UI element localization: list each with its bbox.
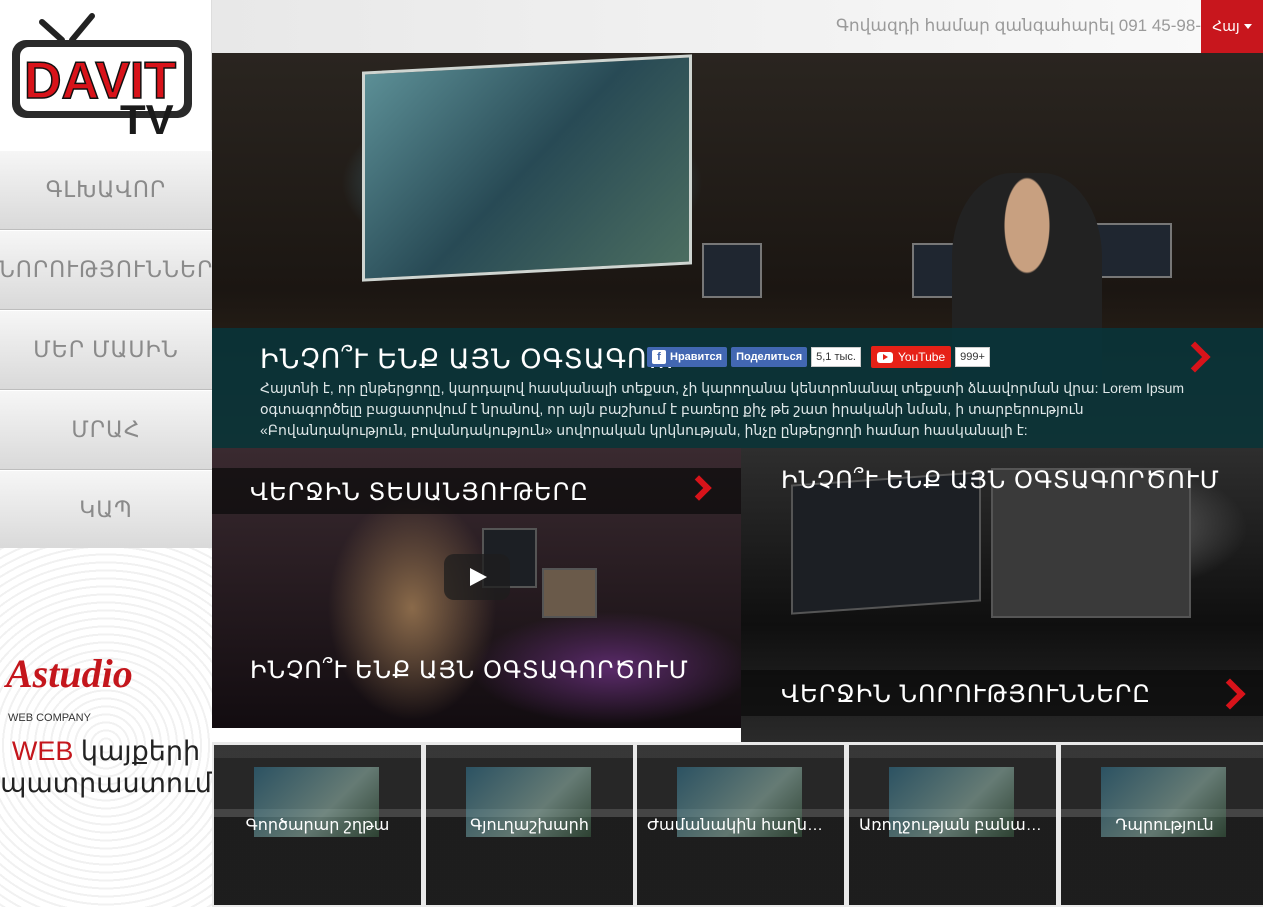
astudio-ad-banner[interactable] (0, 548, 212, 907)
hero-slider[interactable]: ԻՆՉՈ՞Ւ ԵՆՔ ԱՅՆ ՕԳՏԱԳՈ… f Нравится Подели… (212, 53, 1263, 448)
category-label: Ժամանակին հաղնթ… (647, 817, 835, 834)
hero-description: Հայտնի է, որ ընթերցողը, կարդալով հասկանա… (260, 380, 1185, 438)
sidebar: DAVIT TV ԳԼԽԱՎՈՐ ՆՈՐՈՒԹՅՈՒՆՆԵՐ ՄԵՐ ՄԱՍԻՆ… (0, 0, 212, 907)
category-card[interactable]: Գործարար շղթա (214, 745, 421, 905)
facebook-like-button[interactable]: f Нравится (647, 347, 728, 367)
hero-title[interactable]: ԻՆՉՈ՞Ւ ԵՆՔ ԱՅՆ ՕԳՏԱԳՈ… (260, 344, 676, 375)
social-buttons: f Нравится Поделиться 5,1 тыс. YouTube 9… (647, 346, 990, 368)
nav-item-about[interactable]: ՄԵՐ ՄԱՍԻՆ (0, 310, 212, 390)
language-dropdown[interactable]: Հայ (1201, 0, 1263, 53)
main-nav: ԳԼԽԱՎՈՐ ՆՈՐՈՒԹՅՈՒՆՆԵՐ ՄԵՐ ՄԱՍԻՆ ՄՐԱՀ ԿԱՊ (0, 150, 212, 550)
astudio-logo: Astudio (6, 651, 133, 696)
caret-down-icon (1243, 24, 1252, 29)
nav-item-news[interactable]: ՆՈՐՈՒԹՅՈՒՆՆԵՐ (0, 230, 212, 310)
ad-tag-rest: կայքերի (73, 736, 201, 766)
tv-logo-icon: DAVIT TV (12, 13, 192, 143)
top-bar: Գովազդի համար զանգահարել 091 45-98- Հայ (212, 0, 1263, 53)
ad-tag-web: WEB (11, 736, 74, 766)
astudio-subtitle: WEB COMPANY (8, 712, 91, 724)
youtube-label: YouTube (897, 350, 946, 364)
language-label: Հայ (1212, 18, 1240, 34)
nav-item-mrah[interactable]: ՄՐԱՀ (0, 390, 212, 470)
facebook-share-button[interactable]: Поделиться (731, 347, 808, 367)
facebook-icon: f (652, 350, 666, 364)
category-label: Առողջության բանաձև (859, 817, 1049, 834)
facebook-count: 5,1 тыс. (811, 347, 861, 367)
youtube-count: 999+ (955, 347, 990, 367)
share-label: Поделиться (736, 351, 803, 363)
youtube-subscribe-button[interactable]: YouTube (870, 346, 952, 368)
latest-news-title[interactable]: ՎԵՐՋԻՆ ՆՈՐՈՒԹՅՈՒՆՆԵՐԸ (781, 680, 1151, 709)
why-we-use-title-2[interactable]: ԻՆՉՈ՞Ւ ԵՆՔ ԱՅՆ ՕԳՏԱԳՈՐԾՈՒՄ (781, 466, 1220, 495)
news-tile[interactable]: ԻՆՉՈ՞Ւ ԵՆՔ ԱՅՆ ՕԳՏԱԳՈՐԾՈՒՄ ՎԵՐՋԻՆ ՆՈՐՈՒԹ… (741, 448, 1263, 742)
youtube-icon (876, 351, 893, 363)
nav-item-contact[interactable]: ԿԱՊ (0, 470, 212, 550)
hero-image-monitor (702, 243, 762, 298)
category-card[interactable]: Ժամանակին հաղնթ… (637, 745, 844, 905)
chevron-right-icon[interactable] (1179, 341, 1211, 373)
category-label: Գործարար շղթա (245, 817, 390, 834)
nav-item-home[interactable]: ԳԼԽԱՎՈՐ (0, 150, 212, 230)
video-tile[interactable]: ՎԵՐՋԻՆ ՏԵՍԱՆՅՈՒԹԵՐԸ ԻՆՉՈ՞Ւ ԵՆՔ ԱՅՆ ՕԳՏԱԳ… (212, 448, 741, 728)
why-we-use-title[interactable]: ԻՆՉՈ՞Ւ ԵՆՔ ԱՅՆ ՕԳՏԱԳՈՐԾՈՒՄ (250, 656, 689, 685)
ad-tagline-2: պատրաստում (0, 768, 212, 798)
hero-caption: ԻՆՉՈ՞Ւ ԵՆՔ ԱՅՆ ՕԳՏԱԳՈ… f Нравится Подели… (212, 328, 1263, 448)
hero-image-screen (362, 54, 692, 282)
tile-image-speaker (542, 568, 597, 618)
video-play-button[interactable] (444, 554, 510, 600)
category-label: Գյուղաշխարհ (470, 817, 589, 834)
latest-videos-title[interactable]: ՎԵՐՋԻՆ ՏԵՍԱՆՅՈՒԹԵՐԸ (250, 478, 589, 507)
like-label: Нравится (670, 351, 723, 363)
site-logo[interactable]: DAVIT TV (0, 0, 212, 150)
ad-tagline: WEB կայքերի (0, 736, 212, 767)
category-strip: Գործարար շղթա Գյուղաշխարհ Ժամանակին հաղն… (212, 742, 1263, 907)
ad-phone-text: Գովազդի համար զանգահարել 091 45-98- (836, 16, 1201, 35)
category-label: Դպրություն (1115, 817, 1214, 834)
category-card[interactable]: Դպրություն (1061, 745, 1263, 905)
svg-text:TV: TV (120, 96, 174, 143)
category-card[interactable]: Գյուղաշխարհ (426, 745, 633, 905)
category-card[interactable]: Առողջության բանաձև (849, 745, 1056, 905)
